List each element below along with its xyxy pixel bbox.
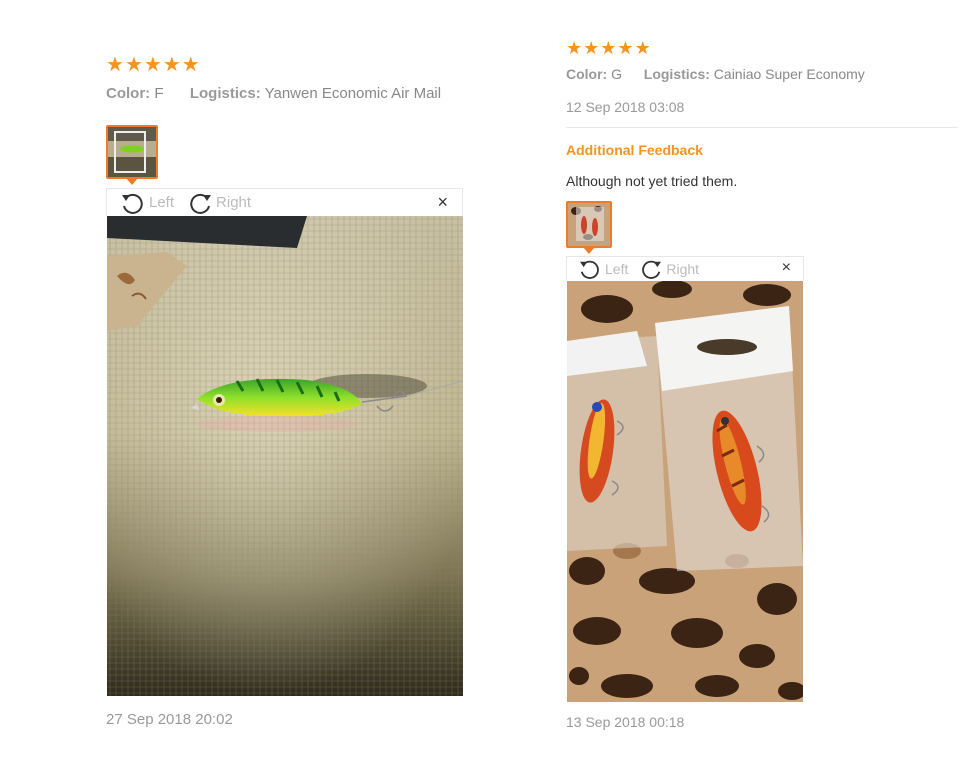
review-left: ★ ★ ★ ★ ★ Color: F Logistics: Yanwen Eco…: [0, 0, 480, 766]
star-icon: ★: [106, 54, 124, 76]
star-icon: ★: [566, 38, 583, 58]
thumbnail-image: [568, 203, 610, 246]
review-photo[interactable]: [107, 216, 463, 696]
color-label: Color:: [566, 66, 608, 82]
star-icon: ★: [583, 38, 600, 58]
divider: [566, 127, 958, 128]
rotate-left-button[interactable]: Left: [119, 192, 174, 214]
thumbnail-pointer: [126, 178, 138, 185]
star-icon: ★: [124, 54, 143, 76]
rotate-right-icon: [642, 260, 662, 279]
thumbnail-pointer: [583, 247, 595, 254]
lures-photo-image: [567, 281, 803, 702]
image-toolbar: Left Right ×: [106, 188, 463, 216]
rotate-right-button[interactable]: Right: [186, 192, 251, 214]
star-icon: ★: [600, 38, 617, 58]
rotate-left-icon: [122, 193, 143, 214]
photo-thumbnail[interactable]: [106, 125, 158, 179]
star-icon: ★: [181, 54, 200, 76]
rotate-left-icon: [580, 260, 599, 279]
color-label: Color:: [106, 85, 151, 102]
additional-feedback-label: Additional Feedback: [566, 142, 703, 158]
review-date: 27 Sep 2018 20:02: [106, 711, 233, 728]
color-value: G: [611, 66, 622, 82]
logistics-value: Cainiao Super Economy: [713, 66, 865, 82]
additional-feedback-text: Although not yet tried them.: [566, 173, 738, 189]
rotate-right-icon: [190, 193, 212, 214]
star-icon: ★: [162, 54, 181, 76]
review-meta: Color: G Logistics: Cainiao Super Econom…: [566, 66, 865, 82]
star-icon: ★: [634, 38, 651, 58]
close-icon[interactable]: ×: [782, 259, 791, 277]
star-icon: ★: [143, 54, 162, 76]
rotate-left-button[interactable]: Left: [577, 259, 628, 279]
review-meta: Color: F Logistics: Yanwen Economic Air …: [106, 85, 441, 102]
logistics-label: Logistics:: [643, 66, 710, 82]
review-date: 13 Sep 2018 00:18: [566, 714, 685, 730]
close-icon[interactable]: ×: [437, 192, 448, 213]
star-rating: ★ ★ ★ ★ ★: [566, 38, 651, 58]
review-photo[interactable]: [567, 281, 803, 702]
rotate-right-label: Right: [216, 194, 252, 211]
star-icon: ★: [617, 38, 634, 58]
photo-thumbnail[interactable]: [566, 201, 612, 248]
lure-photo-image: [107, 216, 463, 696]
thumbnail-image: [108, 127, 156, 177]
logistics-label: Logistics:: [189, 85, 261, 102]
logistics-value: Yanwen Economic Air Mail: [264, 85, 442, 102]
review-date-top: 12 Sep 2018 03:08: [566, 99, 685, 115]
star-rating: ★ ★ ★ ★ ★: [106, 55, 200, 75]
rotate-left-label: Left: [605, 261, 629, 277]
rotate-right-label: Right: [666, 261, 700, 277]
review-right: ★ ★ ★ ★ ★ Color: G Logistics: Cainiao Su…: [480, 0, 960, 766]
image-toolbar: Left Right ×: [566, 256, 804, 281]
rotate-left-label: Left: [149, 194, 175, 211]
color-value: F: [154, 85, 164, 102]
rotate-right-button[interactable]: Right: [638, 259, 699, 279]
